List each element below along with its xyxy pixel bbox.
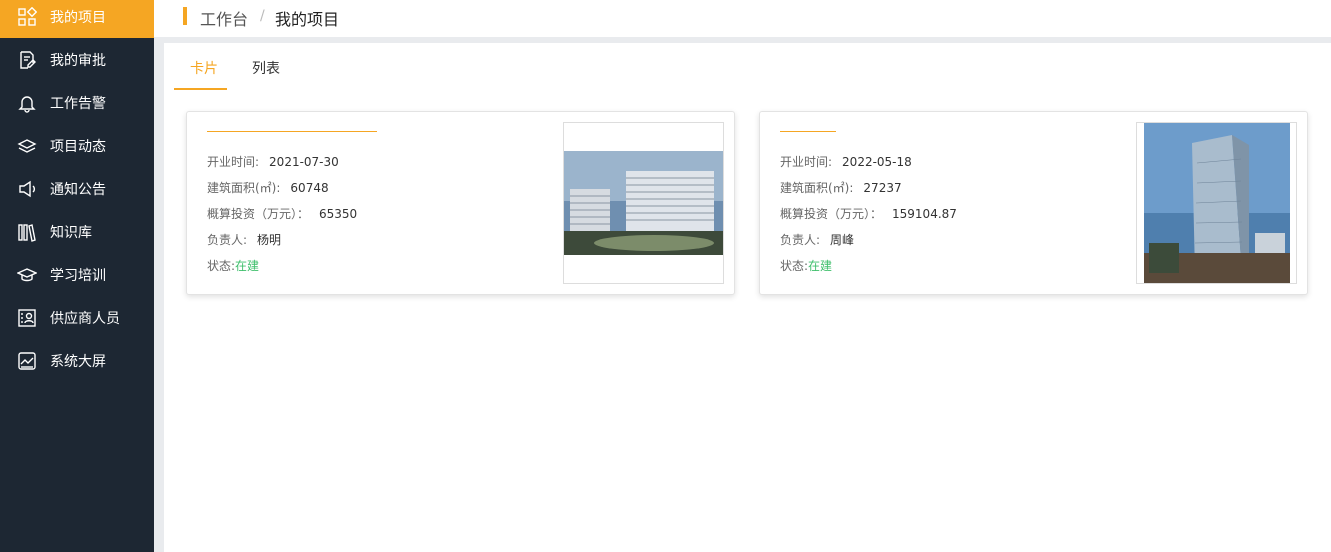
sidebar-item-my-projects[interactable]: 我的项目	[0, 0, 154, 38]
sidebar-item-label: 通知公告	[50, 181, 106, 198]
open-date-value: 2022-05-18	[842, 155, 912, 169]
owner-field: 负责人: 杨明	[207, 231, 281, 248]
breadcrumb-root[interactable]: 工作台	[200, 6, 248, 30]
status-field: 状态:在建	[780, 257, 832, 274]
owner-label: 负责人:	[780, 233, 821, 247]
bell-icon	[17, 93, 37, 113]
owner-label: 负责人:	[207, 233, 248, 247]
sidebar-item-suppliers[interactable]: 供应商人员	[0, 296, 154, 339]
status-label: 状态:	[780, 259, 809, 273]
status-label: 状态:	[207, 259, 236, 273]
sidebar-item-label: 系统大屏	[50, 353, 106, 370]
sidebar-item-knowledge-base[interactable]: 知识库	[0, 210, 154, 253]
area-field: 建筑面积(㎡): 27237	[780, 179, 902, 196]
sidebar-item-label: 项目动态	[50, 138, 106, 155]
investment-label: 概算投资（万元）：	[780, 207, 883, 221]
breadcrumb-marker	[183, 7, 187, 25]
area-label: 建筑面积(㎡):	[207, 181, 281, 195]
investment-label: 概算投资（万元）：	[207, 207, 310, 221]
tab-active-indicator	[174, 88, 227, 90]
books-icon	[17, 222, 37, 242]
megaphone-icon	[17, 179, 37, 199]
sidebar-item-work-alerts[interactable]: 工作告警	[0, 81, 154, 124]
area-value: 60748	[290, 181, 329, 195]
status-badge: 在建	[235, 259, 260, 273]
sidebar-item-training[interactable]: 学习培训	[0, 253, 154, 296]
breadcrumb-current: 我的项目	[275, 10, 340, 29]
approval-doc-icon	[17, 50, 37, 70]
project-title[interactable]	[207, 122, 377, 132]
sidebar: 我的项目 我的审批 工作告警 项目动态 通知公告 知识库 学习培训 供应商人员 …	[0, 0, 154, 552]
main-content: 卡片 列表 开业时间: 2021-07-30 建筑面积(㎡): 60748 概算投资…	[164, 43, 1331, 552]
owner-value: 杨明	[257, 233, 282, 247]
chart-screen-icon	[17, 351, 37, 371]
owner-field: 负责人: 周峰	[780, 231, 854, 248]
project-card[interactable]: 开业时间: 2022-05-18 建筑面积(㎡): 27237 概算投资（万元）： 1…	[759, 111, 1308, 295]
area-value: 27237	[863, 181, 902, 195]
owner-value: 周峰	[830, 233, 855, 247]
sidebar-item-project-news[interactable]: 项目动态	[0, 124, 154, 167]
graduation-cap-icon	[17, 265, 37, 285]
investment-field: 概算投资（万元）： 65350	[207, 205, 357, 222]
open-date-field: 开业时间: 2022-05-18	[780, 153, 912, 170]
status-badge: 在建	[808, 259, 833, 273]
tab-cards[interactable]: 卡片	[190, 58, 218, 78]
investment-value: 65350	[319, 207, 358, 221]
open-date-label: 开业时间:	[780, 155, 833, 169]
sidebar-item-label: 工作告警	[50, 95, 106, 112]
sidebar-item-label: 知识库	[50, 224, 92, 241]
sidebar-item-label: 学习培训	[50, 267, 106, 284]
area-field: 建筑面积(㎡): 60748	[207, 179, 329, 196]
open-date-label: 开业时间:	[207, 155, 260, 169]
sidebar-item-label: 供应商人员	[50, 310, 120, 327]
breadcrumb-separator: /	[260, 8, 265, 24]
grid-icon	[17, 6, 37, 27]
project-thumbnail[interactable]	[563, 122, 724, 284]
building-rendering-image	[564, 151, 723, 255]
content-gutter	[154, 37, 164, 552]
tower-rendering-image	[1144, 123, 1290, 283]
investment-value: 159104.87	[892, 207, 957, 221]
investment-field: 概算投资（万元）： 159104.87	[780, 205, 957, 222]
project-card[interactable]: 开业时间: 2021-07-30 建筑面积(㎡): 60748 概算投资（万元）： 6…	[186, 111, 735, 295]
status-field: 状态:在建	[207, 257, 259, 274]
open-date-value: 2021-07-30	[269, 155, 339, 169]
sidebar-item-big-screen[interactable]: 系统大屏	[0, 339, 154, 382]
contact-card-icon	[17, 308, 37, 328]
project-title[interactable]	[780, 122, 836, 132]
area-label: 建筑面积(㎡):	[780, 181, 854, 195]
project-thumbnail[interactable]	[1136, 122, 1297, 284]
layers-icon	[17, 136, 37, 156]
tab-list[interactable]: 列表	[252, 58, 280, 78]
sidebar-item-label: 我的审批	[50, 52, 106, 69]
sidebar-item-label: 我的项目	[50, 9, 106, 26]
sidebar-item-announcements[interactable]: 通知公告	[0, 167, 154, 210]
sidebar-item-my-approvals[interactable]: 我的审批	[0, 38, 154, 81]
header: 工作台 / 我的项目	[154, 0, 1331, 37]
open-date-field: 开业时间: 2021-07-30	[207, 153, 339, 170]
